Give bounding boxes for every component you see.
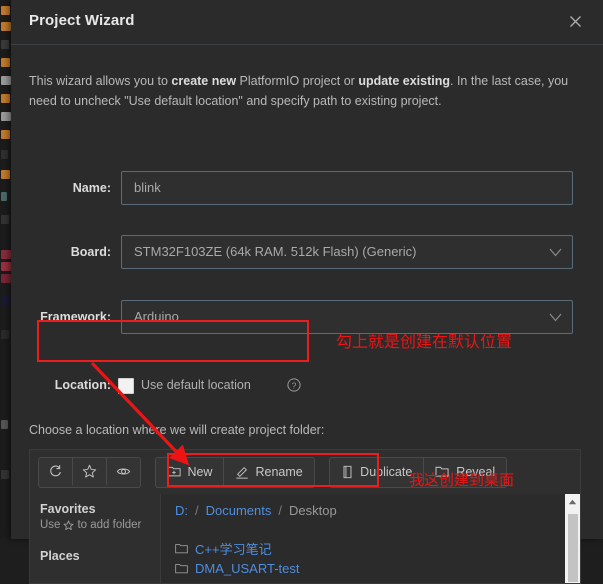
location-row: Location: Use default location ? bbox=[11, 365, 603, 405]
intro-bold-update-existing: update existing bbox=[358, 74, 450, 88]
refresh-icon bbox=[50, 465, 61, 477]
intro-text: This wizard allows you to create new Pla… bbox=[29, 71, 581, 111]
question-circle-icon[interactable]: ? bbox=[287, 378, 301, 392]
duplicate-label: Duplicate bbox=[360, 464, 413, 479]
use-default-location-checkbox[interactable] bbox=[118, 378, 134, 394]
board-select-value: STM32F103ZE (64k RAM. 512k Flash) (Gener… bbox=[134, 244, 417, 259]
breadcrumb-separator: / bbox=[278, 503, 282, 518]
folder-icon bbox=[175, 563, 188, 573]
favorites-hint-pre: Use bbox=[40, 519, 61, 531]
close-icon bbox=[569, 15, 581, 27]
star-icon bbox=[63, 520, 74, 530]
show-hidden-button[interactable] bbox=[107, 458, 140, 485]
file-list: C++学习笔记 DMA_USART-test bbox=[175, 538, 300, 578]
breadcrumb-segment-desktop[interactable]: Desktop bbox=[289, 503, 337, 518]
duplicate-icon bbox=[343, 465, 352, 478]
list-item[interactable]: C++学习笔记 bbox=[175, 538, 300, 558]
rename-label: Rename bbox=[255, 464, 303, 479]
chevron-down-icon bbox=[549, 313, 562, 322]
new-folder-button[interactable]: New bbox=[156, 458, 225, 485]
intro-part-1: This wizard allows you to bbox=[29, 74, 172, 88]
star-icon bbox=[82, 464, 97, 478]
folder-icon bbox=[175, 543, 188, 553]
list-item-label: C++学习笔记 bbox=[195, 541, 272, 557]
new-folder-icon bbox=[167, 466, 182, 477]
favorites-hint: Use to add folder bbox=[40, 519, 160, 531]
favorites-hint-post: to add folder bbox=[77, 519, 142, 531]
close-button[interactable] bbox=[557, 4, 593, 38]
board-row: Board: STM32F103ZE (64k RAM. 512k Flash)… bbox=[11, 235, 603, 269]
dialog-body: This wizard allows you to create new Pla… bbox=[11, 45, 603, 584]
breadcrumb-separator: / bbox=[195, 503, 199, 518]
framework-row: Framework: Arduino bbox=[11, 300, 603, 334]
use-default-location-label: Use default location bbox=[141, 378, 251, 392]
breadcrumb-segment-drive[interactable]: D: bbox=[175, 503, 188, 518]
caret-up-icon bbox=[568, 499, 577, 504]
choose-location-label: Choose a location where we will create p… bbox=[29, 423, 325, 437]
scrollbar-thumb[interactable] bbox=[568, 514, 578, 582]
intro-part-2: PlatformIO project or bbox=[236, 74, 359, 88]
framework-label: Framework: bbox=[40, 310, 111, 324]
list-item-label: DMA_USART-test bbox=[195, 560, 300, 576]
name-input[interactable]: blink bbox=[121, 171, 573, 205]
project-wizard-dialog: Project Wizard This wizard allows you to… bbox=[11, 0, 603, 584]
dialog-titlebar: Project Wizard bbox=[11, 0, 603, 45]
intro-bold-create-new: create new bbox=[171, 74, 237, 88]
dialog-title: Project Wizard bbox=[29, 12, 135, 29]
file-browser-main: D: / Documents / Desktop C++学习笔记 DMA_USA… bbox=[161, 494, 580, 583]
file-list-scrollbar[interactable] bbox=[565, 494, 580, 583]
chevron-down-icon bbox=[549, 248, 562, 257]
icon-button-group bbox=[38, 457, 141, 488]
file-browser-sidebar: Favorites Use to add folder Places bbox=[30, 494, 161, 583]
favorite-button[interactable] bbox=[73, 458, 107, 485]
annotation-text-location: 勾上就是创建在默认位置 bbox=[336, 332, 513, 351]
annotation-text-path: 我这创建到桌面 bbox=[409, 471, 515, 489]
eye-icon bbox=[116, 468, 131, 475]
places-title: Places bbox=[40, 549, 80, 563]
name-input-value: blink bbox=[134, 180, 161, 195]
list-item[interactable]: DMA_USART-test bbox=[175, 558, 300, 578]
name-row: Name: blink bbox=[11, 171, 603, 205]
background-editor-sliver bbox=[0, 0, 11, 539]
new-folder-label: New bbox=[187, 464, 213, 479]
favorites-title: Favorites bbox=[40, 502, 96, 516]
breadcrumb-segment-documents[interactable]: Documents bbox=[206, 503, 272, 518]
pencil-icon bbox=[236, 466, 249, 479]
name-label: Name: bbox=[72, 181, 111, 195]
board-label: Board: bbox=[70, 245, 111, 259]
scroll-up-button[interactable] bbox=[565, 494, 580, 509]
breadcrumb: D: / Documents / Desktop bbox=[175, 503, 337, 518]
board-select[interactable]: STM32F103ZE (64k RAM. 512k Flash) (Gener… bbox=[121, 235, 573, 269]
svg-text:?: ? bbox=[292, 380, 297, 390]
edit-button-group: New Rename bbox=[155, 457, 315, 488]
refresh-button[interactable] bbox=[39, 458, 73, 485]
location-label: Location: bbox=[54, 378, 111, 392]
rename-button[interactable]: Rename bbox=[224, 458, 314, 485]
